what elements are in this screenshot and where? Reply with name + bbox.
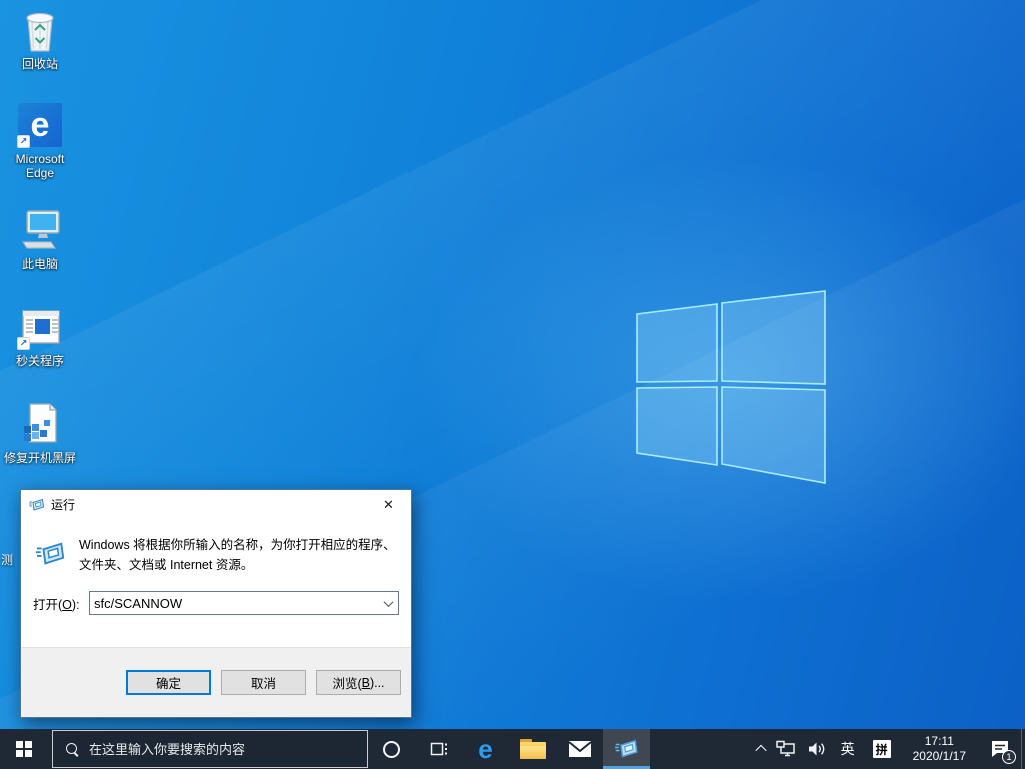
- run-command-combobox: [89, 591, 399, 615]
- run-icon: [614, 739, 638, 758]
- desktop-icon-label: 回收站: [21, 57, 58, 71]
- taskbar-file-explorer-button[interactable]: [509, 729, 556, 769]
- search-input[interactable]: [89, 741, 367, 757]
- desktop-icon-label: 秒关程序: [15, 354, 64, 368]
- cortana-button[interactable]: [368, 729, 415, 769]
- shortcut-arrow-icon: ↗: [17, 135, 30, 148]
- file-explorer-icon: [519, 739, 546, 759]
- desktop-icon-microsoft-edge[interactable]: e ↗ Microsoft Edge: [2, 101, 78, 180]
- taskbar-run-button-active[interactable]: [603, 729, 650, 769]
- notification-count-badge: 1: [1002, 750, 1016, 764]
- desktop-icon-registry-fix[interactable]: 修复开机黑屏: [2, 400, 78, 465]
- clock-date: 2020/1/17: [912, 749, 966, 763]
- edge-icon: e: [478, 734, 493, 764]
- desktop-icon-label: 此电脑: [21, 257, 58, 271]
- desktop-icon-this-pc[interactable]: 此电脑: [2, 206, 78, 271]
- network-icon: [775, 740, 795, 757]
- tray-network-button[interactable]: [770, 729, 802, 769]
- desktop-icon-recycle-bin[interactable]: 回收站: [2, 6, 78, 71]
- partial-desktop-icon-label[interactable]: 测: [1, 551, 13, 568]
- desktop-wallpaper: 回收站 e ↗ Microsoft Edge 此电脑 ↗ 秒关程序 修复开机黑屏…: [0, 0, 1025, 729]
- tray-clock[interactable]: 17:11 2020/1/17: [900, 729, 979, 769]
- action-center-button[interactable]: 1: [979, 729, 1021, 769]
- open-field-label: 打开(O):: [33, 597, 80, 612]
- run-command-input[interactable]: [90, 592, 378, 614]
- recycle-bin-icon: [16, 6, 64, 54]
- browse-button[interactable]: 浏览(B)...: [316, 670, 401, 695]
- task-view-icon: [430, 742, 447, 756]
- taskbar-search-box[interactable]: [52, 730, 368, 768]
- start-button[interactable]: [0, 729, 48, 769]
- run-dialog-title: 运行: [51, 498, 76, 512]
- tray-volume-button[interactable]: [802, 729, 832, 769]
- speaker-icon: [808, 742, 824, 756]
- run-dialog-titlebar[interactable]: 运行 ✕: [21, 490, 411, 519]
- ime-pinyin-icon: 拼: [872, 740, 891, 758]
- run-icon: [29, 498, 45, 511]
- show-desktop-button[interactable]: [1021, 729, 1025, 769]
- combobox-dropdown-icon[interactable]: [378, 592, 398, 614]
- edge-e-glyph: e: [30, 105, 50, 144]
- clock-time: 17:11: [924, 734, 954, 748]
- tray-ime-indicator[interactable]: 拼: [864, 729, 900, 769]
- edge-tile-icon: e ↗: [16, 101, 64, 149]
- tray-show-hidden-icons[interactable]: [752, 729, 770, 769]
- task-view-button[interactable]: [415, 729, 462, 769]
- chevron-up-icon: [754, 744, 767, 757]
- tray-language-indicator[interactable]: 英: [832, 729, 864, 769]
- run-dialog-description: Windows 将根据你所输入的名称，为你打开相应的程序、 文件夹、文档或 In…: [79, 538, 396, 572]
- taskbar-mail-button[interactable]: [556, 729, 603, 769]
- cortana-icon: [383, 740, 400, 758]
- run-icon: [33, 535, 79, 575]
- run-dialog-footer: 确定 取消 浏览(B)...: [21, 647, 411, 717]
- run-dialog: 运行 ✕ Windows 将根据你所输入的名称，为你打开相应的程序、 文件夹、文…: [20, 489, 412, 718]
- ok-button[interactable]: 确定: [126, 670, 211, 695]
- desktop-icon-label: Microsoft Edge: [15, 152, 65, 180]
- cancel-button[interactable]: 取消: [221, 670, 306, 695]
- registry-file-icon: [16, 400, 64, 448]
- program-window-icon: ↗: [16, 303, 64, 351]
- this-pc-icon: [16, 206, 64, 254]
- taskbar: e 英: [0, 729, 1025, 769]
- mail-icon: [567, 741, 592, 757]
- close-icon[interactable]: ✕: [366, 490, 411, 519]
- windows-start-icon: [16, 741, 32, 757]
- taskbar-edge-button[interactable]: e: [462, 729, 509, 769]
- search-icon: [65, 742, 79, 756]
- shortcut-arrow-icon: ↗: [17, 337, 30, 350]
- desktop-icon-program[interactable]: ↗ 秒关程序: [2, 303, 78, 368]
- desktop-icon-label: 修复开机黑屏: [3, 451, 76, 465]
- run-dialog-body: Windows 将根据你所输入的名称，为你打开相应的程序、 文件夹、文档或 In…: [21, 519, 411, 647]
